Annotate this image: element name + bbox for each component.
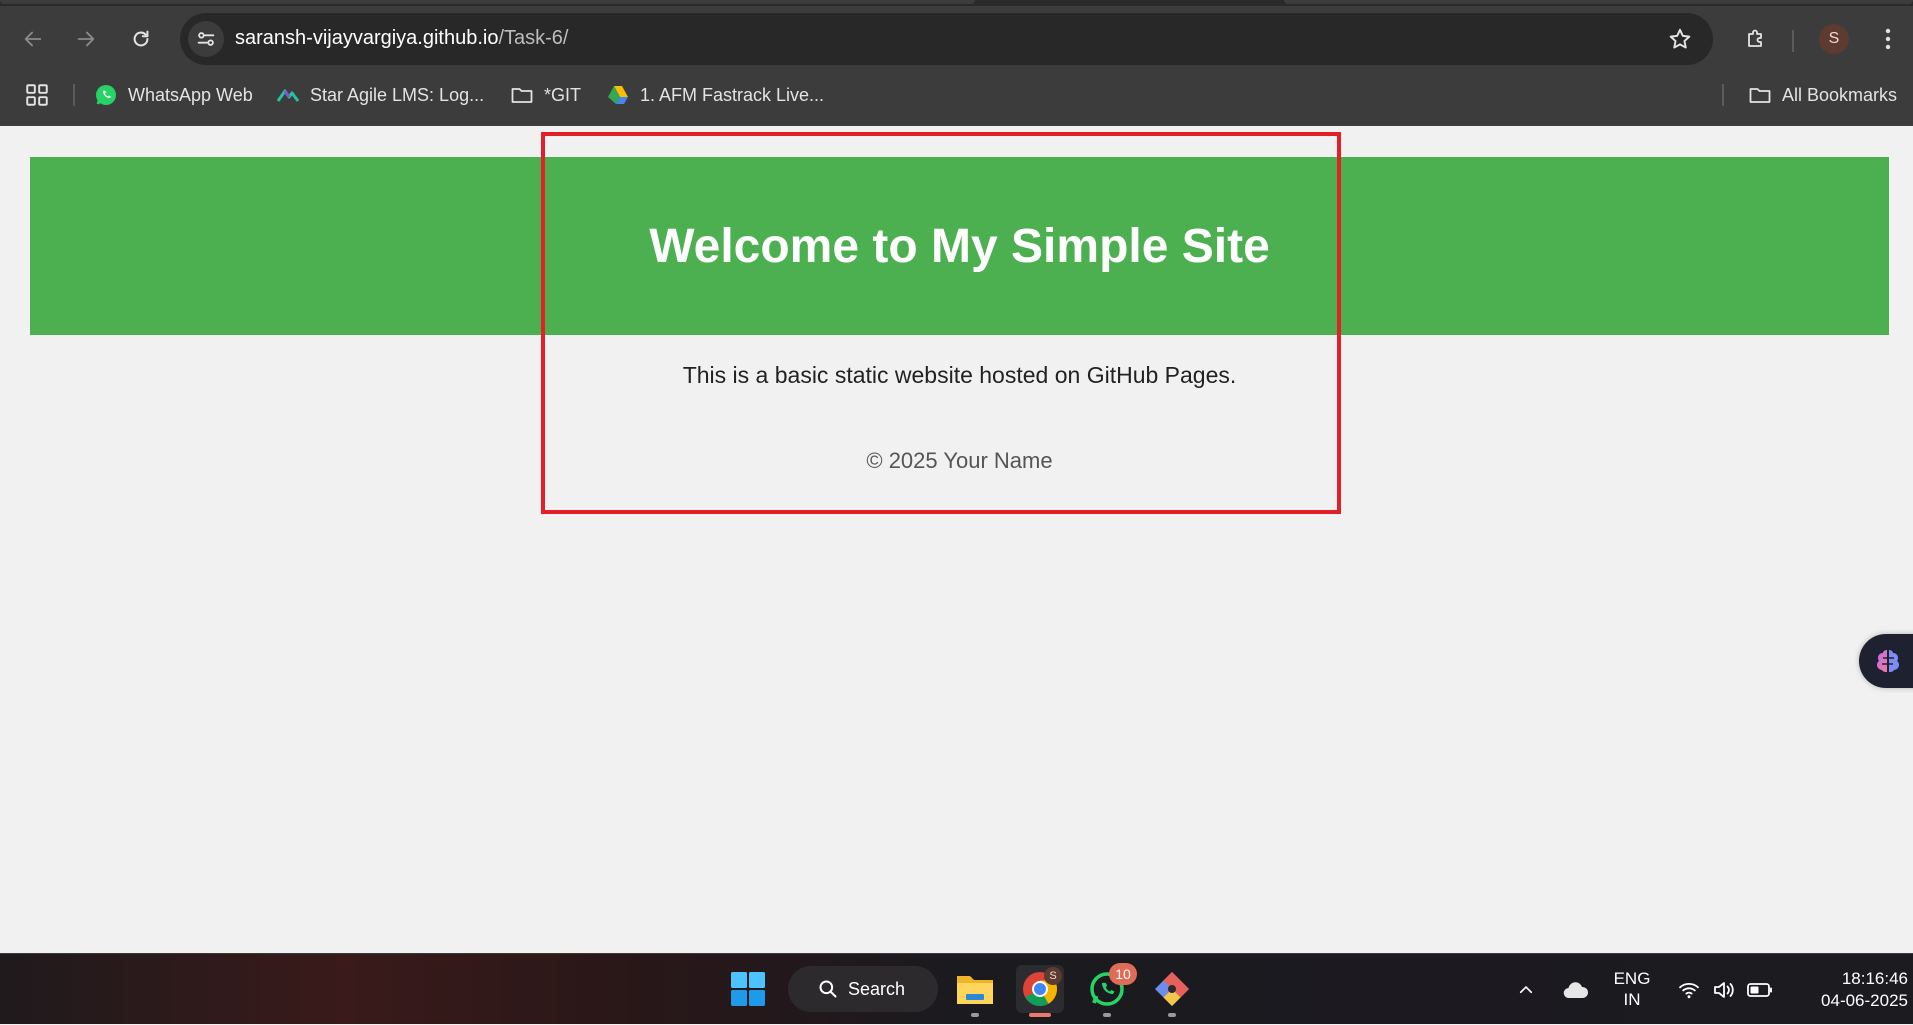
taskbar: Search S 10 ENG IN 18:16:46 04-06-2025 (0, 953, 1913, 1024)
browser-toolbar: saransh-vijayvargiya.github.io/Task-6/ S (0, 13, 1913, 65)
bookmark-label: 1. AFM Fastrack Live... (640, 84, 825, 105)
bookmarks-divider (1722, 84, 1724, 106)
site-info-button[interactable] (188, 21, 224, 57)
battery-status[interactable] (1745, 954, 1775, 1025)
search-icon (819, 980, 837, 998)
search-label: Search (848, 978, 906, 999)
windows-logo-icon (731, 972, 765, 1006)
bookmark-label: *GIT (544, 84, 582, 105)
profile-avatar[interactable]: S (1819, 24, 1849, 54)
puzzle-icon (1748, 29, 1762, 47)
folder-icon (1748, 83, 1772, 107)
battery-icon (1747, 982, 1772, 997)
reload-button[interactable] (121, 19, 161, 59)
more-vertical-icon (1885, 28, 1891, 50)
onedrive-button[interactable] (1559, 954, 1593, 1025)
extensions-button[interactable] (1736, 19, 1776, 59)
cloud-icon (1563, 981, 1589, 998)
back-button[interactable] (13, 19, 53, 59)
annotation-highlight-box (541, 132, 1341, 514)
reload-icon (133, 30, 149, 47)
unread-count-badge: 10 (1109, 963, 1137, 985)
start-button[interactable] (724, 965, 772, 1013)
tab-edge[interactable] (0, 0, 975, 4)
taskbar-search[interactable]: Search (788, 966, 938, 1012)
snipping-tool-icon (1155, 972, 1189, 1006)
browser-chrome: saransh-vijayvargiya.github.io/Task-6/ S… (0, 0, 1913, 126)
url-text[interactable]: saransh-vijayvargiya.github.io/Task-6/ (235, 27, 569, 50)
browser-menu-button[interactable] (1868, 19, 1908, 59)
speaker-icon (1714, 981, 1734, 998)
taskbar-chrome[interactable]: S (1016, 965, 1064, 1017)
google-drive-icon (606, 83, 630, 107)
volume-status[interactable] (1710, 954, 1738, 1025)
brain-icon (1877, 650, 1899, 672)
tune-icon (197, 32, 215, 46)
running-indicator (971, 1013, 979, 1017)
bookmark-whatsapp-web[interactable]: WhatsApp Web (94, 76, 253, 114)
taskbar-whatsapp[interactable]: 10 (1083, 963, 1137, 1017)
url-path: /Task-6/ (498, 27, 569, 49)
bookmarks-bar: WhatsApp Web Star Agile LMS: Log... *GIT… (0, 76, 1913, 114)
tab-strip (0, 0, 1913, 6)
apps-grid-icon[interactable] (24, 82, 50, 108)
all-bookmarks-label: All Bookmarks (1782, 84, 1898, 105)
all-bookmarks-button[interactable]: All Bookmarks (1748, 76, 1897, 114)
web-page: Welcome to My Simple Site This is a basi… (0, 126, 1913, 953)
bookmark-folder-git[interactable]: *GIT (510, 76, 581, 114)
file-explorer-icon (957, 976, 993, 1004)
system-clock[interactable]: 18:16:46 04-06-2025 (1790, 968, 1908, 1012)
language-indicator[interactable]: ENG IN (1607, 968, 1657, 1010)
whatsapp-icon (94, 83, 118, 107)
bookmark-star-icon[interactable] (1667, 26, 1693, 52)
running-indicator (1168, 1013, 1176, 1017)
bookmarks-divider (73, 84, 75, 106)
chevron-up-icon (1519, 985, 1533, 993)
region-code: IN (1623, 990, 1641, 1009)
clock-date: 04-06-2025 (1821, 991, 1908, 1010)
taskbar-file-explorer[interactable] (951, 965, 999, 1017)
folder-icon (510, 83, 534, 107)
bookmark-label: WhatsApp Web (128, 84, 253, 105)
wifi-icon (1679, 982, 1699, 998)
floating-assistant-button[interactable] (1859, 634, 1913, 688)
toolbar-divider (1792, 30, 1794, 52)
bookmark-star-agile[interactable]: Star Agile LMS: Log... (276, 76, 484, 114)
show-hidden-icons-button[interactable] (1512, 954, 1540, 1025)
wifi-status[interactable] (1675, 954, 1703, 1025)
bookmark-afm-fastrack[interactable]: 1. AFM Fastrack Live... (606, 76, 824, 114)
tab-edge[interactable] (1284, 0, 1913, 4)
address-bar[interactable]: saransh-vijayvargiya.github.io/Task-6/ (180, 13, 1713, 65)
arrow-right-icon (77, 31, 95, 47)
chrome-profile-badge: S (1044, 967, 1062, 985)
star-agile-icon (276, 83, 300, 107)
clock-time: 18:16:46 (1841, 969, 1908, 988)
forward-button[interactable] (66, 19, 106, 59)
active-indicator (1029, 1013, 1051, 1017)
url-host: saransh-vijayvargiya.github.io (235, 27, 499, 49)
running-indicator (1103, 1013, 1111, 1017)
language-code: ENG (1613, 969, 1651, 988)
bookmark-label: Star Agile LMS: Log... (310, 84, 485, 105)
arrow-left-icon (24, 31, 42, 47)
taskbar-snipping-tool[interactable] (1148, 965, 1196, 1017)
